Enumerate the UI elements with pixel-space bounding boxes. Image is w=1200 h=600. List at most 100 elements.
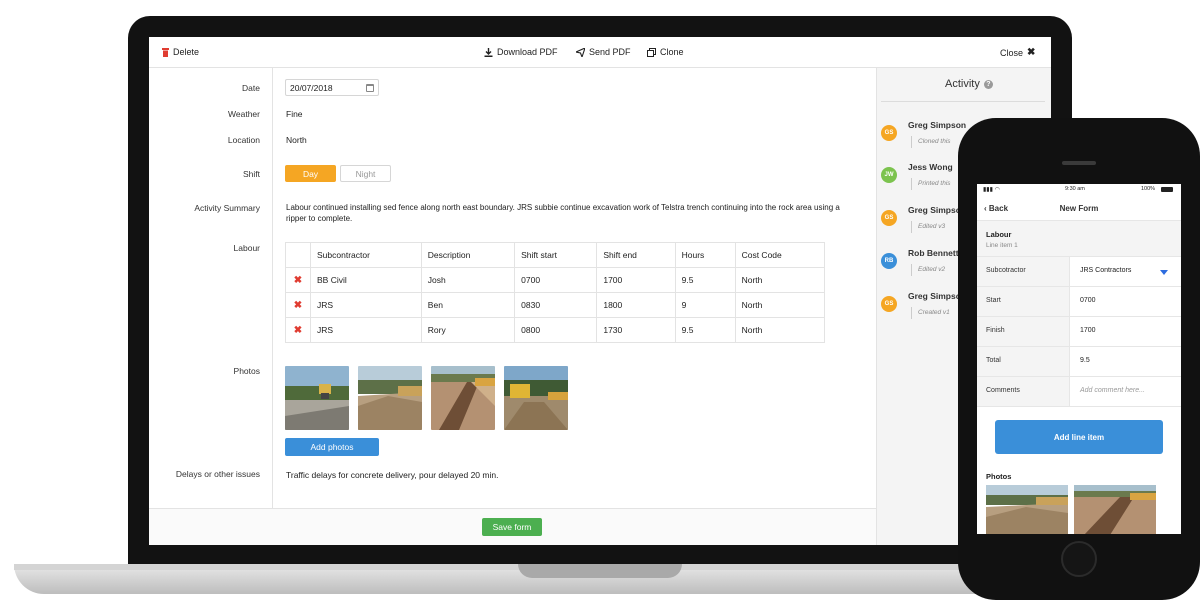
table-cell: 9.5 — [675, 268, 735, 293]
download-pdf-button[interactable]: Download PDF — [484, 47, 558, 57]
remove-row-icon[interactable]: ✖ — [294, 275, 302, 286]
table-cell: JRS — [311, 293, 422, 318]
section-subtitle: Line item 1 — [986, 242, 1018, 249]
activity-title: Activity ? — [945, 78, 993, 90]
clone-label: Clone — [660, 47, 684, 57]
label-column: Date Weather Location Shift Activity Sum… — [149, 68, 273, 508]
close-label: Close — [1000, 48, 1023, 58]
avatar: GS — [881, 296, 897, 312]
download-pdf-label: Download PDF — [497, 47, 558, 57]
labour-label: Labour — [234, 243, 260, 253]
table-cell: 1730 — [597, 318, 675, 343]
finish-field[interactable]: Finish 1700 — [977, 317, 1181, 347]
date-input[interactable]: 20/07/2018 — [285, 79, 379, 96]
delete-label: Delete — [173, 47, 199, 57]
table-cell: JRS — [311, 318, 422, 343]
clone-icon — [647, 48, 656, 57]
table-header-cell: Cost Code — [735, 243, 824, 268]
table-cell: 1700 — [597, 268, 675, 293]
form-footer: Save form — [149, 508, 876, 545]
table-cell: North — [735, 293, 824, 318]
photos-gallery — [285, 366, 568, 430]
avatar: JW — [881, 167, 897, 183]
total-field[interactable]: Total 9.5 — [977, 347, 1181, 377]
shift-night-toggle[interactable]: Night — [340, 165, 391, 182]
table-cell: 0700 — [515, 268, 597, 293]
delays-value: Traffic delays for concrete delivery, po… — [286, 470, 498, 480]
home-button[interactable] — [1061, 541, 1097, 577]
help-icon[interactable]: ? — [984, 80, 993, 89]
comments-field[interactable]: Comments Add comment here... — [977, 377, 1181, 407]
remove-row-icon[interactable]: ✖ — [294, 325, 302, 336]
table-header-row: Subcontractor Description Shift start Sh… — [286, 243, 825, 268]
remove-row-cell: ✖ — [286, 268, 311, 293]
calendar-icon[interactable] — [366, 84, 374, 92]
signal-icon: ▮▮▮ ◠ — [983, 186, 1000, 193]
remove-row-cell: ✖ — [286, 293, 311, 318]
site-photo[interactable] — [285, 366, 349, 430]
add-photos-button[interactable]: Add photos — [285, 438, 379, 456]
activity-action: Edited v3 — [911, 221, 945, 233]
table-header-cell: Shift end — [597, 243, 675, 268]
row-label: Subcotractor — [977, 257, 1070, 286]
row-value: 0700 — [1080, 297, 1096, 304]
row-label: Finish — [977, 317, 1070, 346]
clone-button[interactable]: Clone — [647, 47, 684, 57]
status-time: 9:30 am — [1065, 186, 1085, 192]
photos-label: Photos — [234, 366, 260, 376]
activity-action: Printed this — [911, 178, 951, 190]
site-photo[interactable] — [358, 366, 422, 430]
table-cell: Rory — [421, 318, 514, 343]
close-icon: ✖ — [1027, 47, 1035, 58]
mobile-photos-gallery — [986, 485, 1156, 534]
date-label: Date — [242, 83, 260, 93]
subcontractor-select[interactable]: Subcotractor JRS Contractors — [977, 257, 1181, 287]
avatar: GS — [881, 210, 897, 226]
row-value: JRS Contractors — [1080, 267, 1131, 274]
activity-divider — [881, 101, 1045, 102]
add-line-item-button[interactable]: Add line item — [995, 420, 1163, 454]
table-cell: 0800 — [515, 318, 597, 343]
download-icon — [484, 48, 493, 57]
table-cell: BB Civil — [311, 268, 422, 293]
shift-day-toggle[interactable]: Day — [285, 165, 336, 182]
delays-label: Delays or other issues — [176, 469, 260, 479]
location-value: North — [286, 135, 307, 145]
save-form-button[interactable]: Save form — [482, 518, 542, 536]
table-cell: 9.5 — [675, 318, 735, 343]
table-cell: Josh — [421, 268, 514, 293]
row-label: Total — [977, 347, 1070, 376]
table-cell: 9 — [675, 293, 735, 318]
mobile-photos-title: Photos — [986, 472, 1011, 481]
remove-row-icon[interactable]: ✖ — [294, 300, 302, 311]
table-header-cell: Hours — [675, 243, 735, 268]
activity-action: Created v1 — [911, 307, 950, 319]
trash-icon — [162, 48, 169, 57]
site-photo[interactable] — [986, 485, 1068, 534]
battery-icon — [1161, 187, 1173, 192]
mobile-page-title: New Form — [977, 204, 1181, 213]
site-photo[interactable] — [504, 366, 568, 430]
delete-button[interactable]: Delete — [162, 47, 199, 57]
chevron-down-icon[interactable] — [1160, 270, 1168, 275]
activity-summary-text: Labour continued installing sed fence al… — [286, 202, 856, 224]
comments-placeholder: Add comment here... — [1080, 387, 1145, 394]
location-label: Location — [228, 135, 260, 145]
labour-table: Subcontractor Description Shift start Sh… — [285, 242, 825, 343]
site-photo[interactable] — [431, 366, 495, 430]
section-title: Labour — [986, 230, 1011, 239]
labour-section-header: Labour Line item 1 — [977, 221, 1181, 257]
weather-label: Weather — [228, 109, 260, 119]
site-photo[interactable] — [1074, 485, 1156, 534]
weather-value: Fine — [286, 109, 303, 119]
status-battery: 100% — [1141, 186, 1155, 192]
table-cell: Ben — [421, 293, 514, 318]
close-button[interactable]: Close ✖ — [1000, 47, 1035, 58]
laptop-screen: Delete Download PDF Send PDF Clone Close… — [149, 37, 1051, 545]
table-header-cell — [286, 243, 311, 268]
send-pdf-button[interactable]: Send PDF — [576, 47, 631, 57]
table-header-cell: Shift start — [515, 243, 597, 268]
start-field[interactable]: Start 0700 — [977, 287, 1181, 317]
table-cell: North — [735, 268, 824, 293]
shift-label: Shift — [243, 169, 260, 179]
